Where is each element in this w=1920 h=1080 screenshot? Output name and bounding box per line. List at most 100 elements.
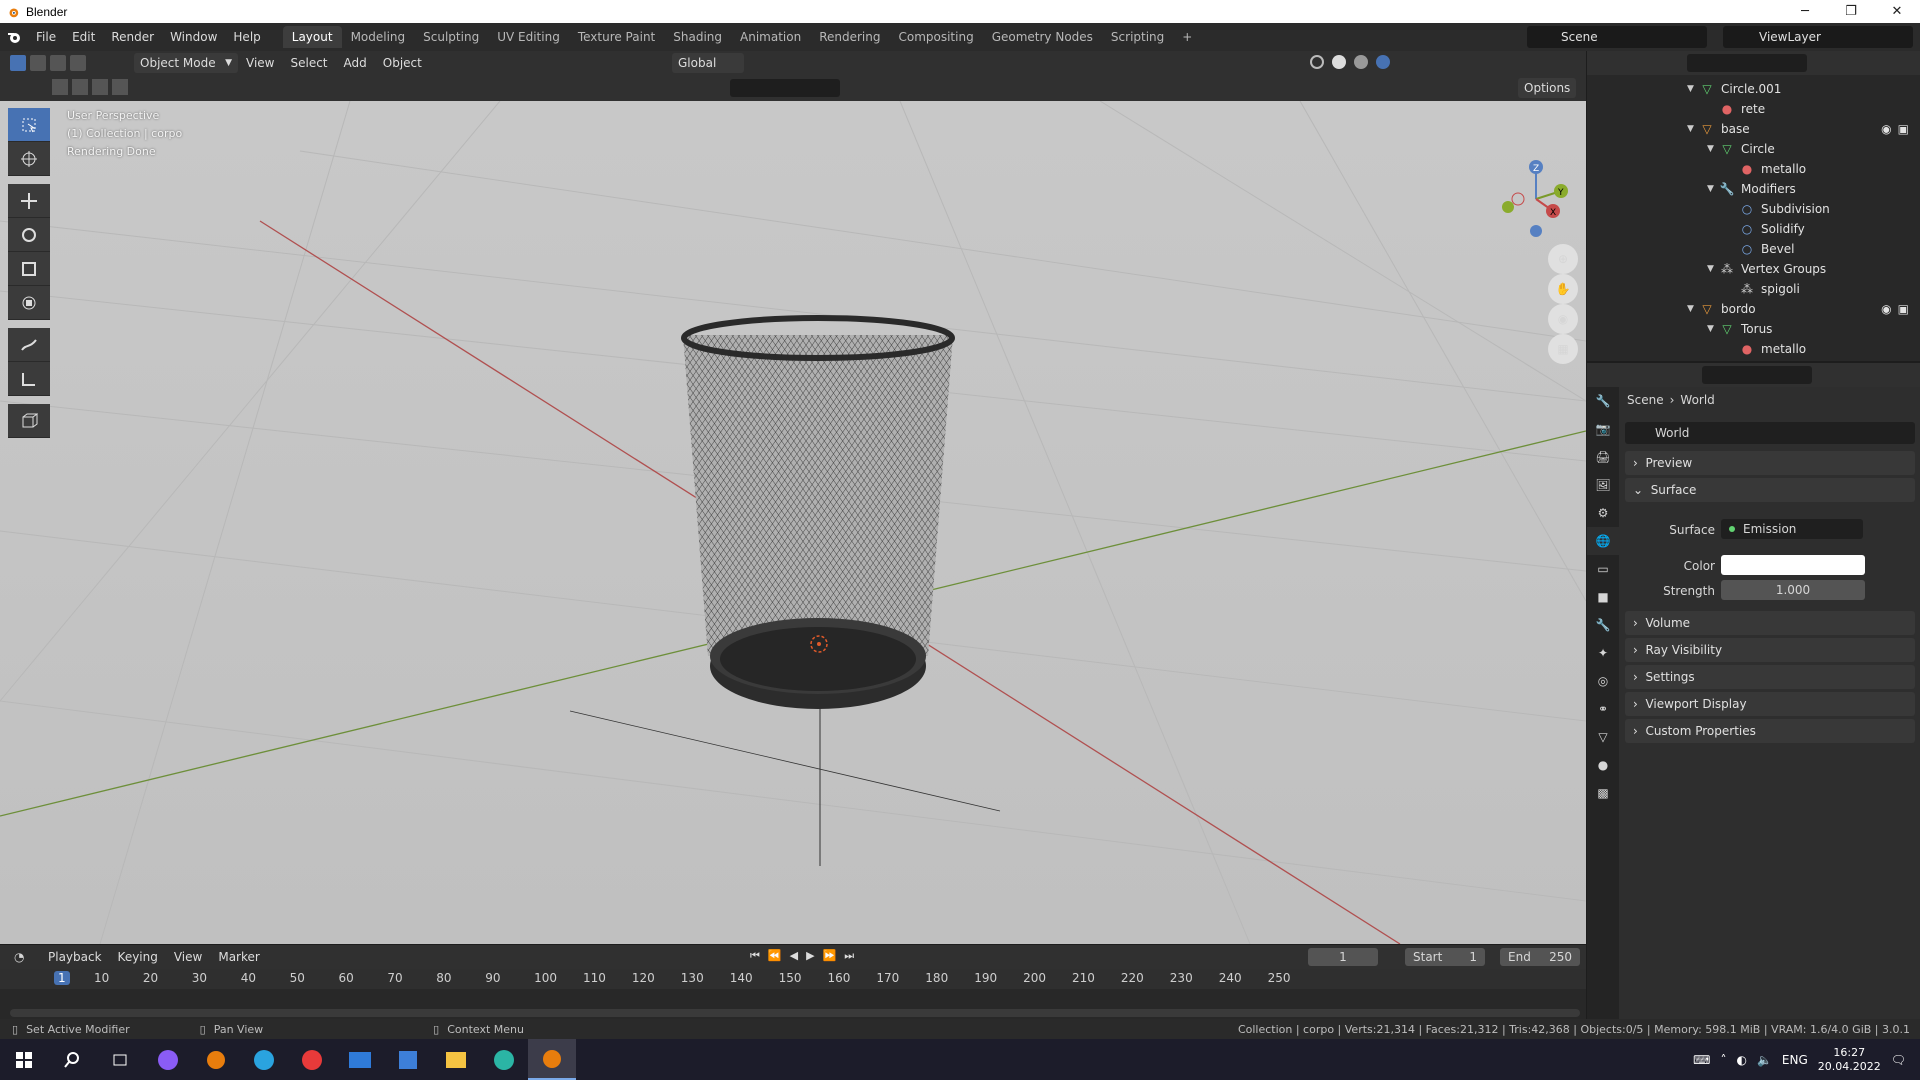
next-keyframe-icon[interactable]: ⏩ [823,949,837,963]
render-tab-icon[interactable]: 📷 [1587,415,1619,443]
jump-end-icon[interactable]: ⏭ [844,949,854,963]
panel-surface[interactable]: ⌄ Surface [1625,478,1915,502]
menu-select[interactable]: Select [282,56,335,70]
outliner-row[interactable]: ● rete [1707,99,1917,119]
cursor-tool[interactable] [8,142,50,176]
expand-arrow-icon[interactable]: ▼ [1687,84,1699,94]
start-frame-field[interactable]: Start 1 [1405,948,1485,966]
outliner-search-input[interactable] [1687,54,1807,72]
panel-preview[interactable]: › Preview [1625,451,1915,475]
blender-running-icon[interactable] [528,1039,576,1080]
add-workspace-button[interactable]: + [1173,26,1201,48]
object-tab-icon[interactable]: ■ [1587,583,1619,611]
close-button[interactable]: ✕ [1874,0,1920,23]
network-icon[interactable]: ◐ [1736,1053,1746,1067]
menu-help[interactable]: Help [225,30,268,44]
3d-viewport[interactable]: Object Mode ▼ View Select Add Object Glo… [0,51,1586,944]
play-reverse-icon[interactable]: ◀ [790,949,798,963]
menu-window[interactable]: Window [162,30,225,44]
outliner-row[interactable]: ⁂ spigoli [1727,279,1917,299]
tab-geometry-nodes[interactable]: Geometry Nodes [983,26,1102,48]
menu-object[interactable]: Object [375,56,430,70]
menu-timeline-view[interactable]: View [166,950,210,964]
modifier-tab-icon[interactable]: 🔧 [1587,611,1619,639]
panel-volume[interactable]: › Volume [1625,611,1915,635]
texture-tab-icon[interactable]: ▩ [1587,779,1619,807]
play-icon[interactable]: ▶ [806,949,814,963]
tab-sculpting[interactable]: Sculpting [414,26,488,48]
yandex-browser-icon[interactable] [288,1039,336,1080]
windows-start-icon[interactable] [0,1039,48,1080]
pan-hand-icon[interactable]: ✋ [1548,274,1578,304]
collection-tab-icon[interactable]: ▭ [1587,555,1619,583]
physics-tab-icon[interactable]: ◎ [1587,667,1619,695]
edge-icon[interactable] [480,1039,528,1080]
eye-icon[interactable]: ◉ [1881,302,1891,316]
alice-assistant-icon[interactable] [144,1039,192,1080]
volume-icon[interactable]: 🔈 [1757,1053,1772,1067]
playback-controls[interactable]: ⏮ ⏪ ◀ ▶ ⏩ ⏭ [750,949,854,963]
expand-arrow-icon[interactable]: ▼ [1687,304,1699,314]
panel-ray-visibility[interactable]: › Ray Visibility [1625,638,1915,662]
data-tab-icon[interactable]: ▽ [1587,723,1619,751]
timeline-scrollbar[interactable] [10,1009,1580,1017]
zoom-icon[interactable]: ⊕ [1548,244,1578,274]
tool-tab-icon[interactable]: 🔧 [1587,387,1619,415]
menu-view[interactable]: View [238,56,282,70]
blender-menu-icon[interactable] [0,23,28,51]
grid-view-icon[interactable]: ▦ [1548,334,1578,364]
notifications-icon[interactable]: 🗨 [1891,1053,1906,1067]
filter-search-input[interactable] [730,79,840,97]
transform-orientation-dropdown[interactable]: Global [672,53,744,73]
measure-tool[interactable] [8,362,50,396]
expand-arrow-icon[interactable]: ▼ [1707,264,1719,274]
chevron-up-icon[interactable]: ˄ [1720,1053,1726,1067]
search-icon[interactable] [48,1039,96,1080]
panel-settings[interactable]: › Settings [1625,665,1915,689]
file-explorer-icon[interactable] [432,1039,480,1080]
tab-rendering[interactable]: Rendering [810,26,889,48]
outliner-row[interactable]: ▼ ▽ Torus [1707,319,1917,339]
output-tab-icon[interactable]: 🖨 [1587,443,1619,471]
editor-type-icon[interactable]: ◔ [14,950,40,964]
outliner-row[interactable]: ▼ ▽ base ◉ ▣ [1687,119,1917,139]
prev-keyframe-icon[interactable]: ⏪ [768,949,782,963]
options-button[interactable]: Options [1518,78,1577,98]
camera-icon[interactable]: ▣ [1898,122,1909,136]
restore-button[interactable]: ❐ [1828,0,1874,23]
outliner-row[interactable]: ● metallo [1727,159,1917,179]
menu-playback[interactable]: Playback [40,950,110,964]
clock[interactable]: 16:27 20.04.2022 [1818,1046,1881,1074]
color-swatch[interactable] [1721,555,1865,575]
blender-pinned-icon[interactable] [192,1039,240,1080]
tab-texture-paint[interactable]: Texture Paint [569,26,664,48]
eye-icon[interactable]: ◉ [1881,122,1891,136]
constraints-tab-icon[interactable]: ⚭ [1587,695,1619,723]
tab-layout[interactable]: Layout [282,26,342,48]
view-layer-tab-icon[interactable]: 🖼 [1587,471,1619,499]
expand-arrow-icon[interactable]: ▼ [1707,324,1719,334]
panel-viewport-display[interactable]: › Viewport Display [1625,692,1915,716]
mode-dropdown[interactable]: Object Mode ▼ [134,53,238,73]
tab-shading[interactable]: Shading [664,26,731,48]
material-tab-icon[interactable]: ● [1587,751,1619,779]
scene-tab-icon[interactable]: ⚙ [1587,499,1619,527]
outliner-row[interactable]: ○ Bevel [1727,239,1917,259]
selection-mode-icons[interactable] [52,79,140,97]
mail-icon[interactable] [336,1039,384,1080]
menu-keying[interactable]: Keying [110,950,166,964]
menu-marker[interactable]: Marker [210,950,267,964]
properties-search-input[interactable] [1702,366,1812,384]
tab-uv-editing[interactable]: UV Editing [488,26,569,48]
expand-arrow-icon[interactable]: ▼ [1707,144,1719,154]
annotate-tool[interactable] [8,328,50,362]
minimize-button[interactable]: ─ [1782,0,1828,23]
transform-tool[interactable] [8,286,50,320]
jump-start-icon[interactable]: ⏮ [750,949,760,963]
world-tab-icon[interactable]: 🌐 [1587,527,1619,555]
outliner-row[interactable]: ▼ ⁂ Vertex Groups [1707,259,1917,279]
menu-render[interactable]: Render [103,30,162,44]
tab-scripting[interactable]: Scripting [1102,26,1173,48]
outliner-row[interactable]: ● metallo [1727,339,1917,359]
telegram-icon[interactable] [240,1039,288,1080]
